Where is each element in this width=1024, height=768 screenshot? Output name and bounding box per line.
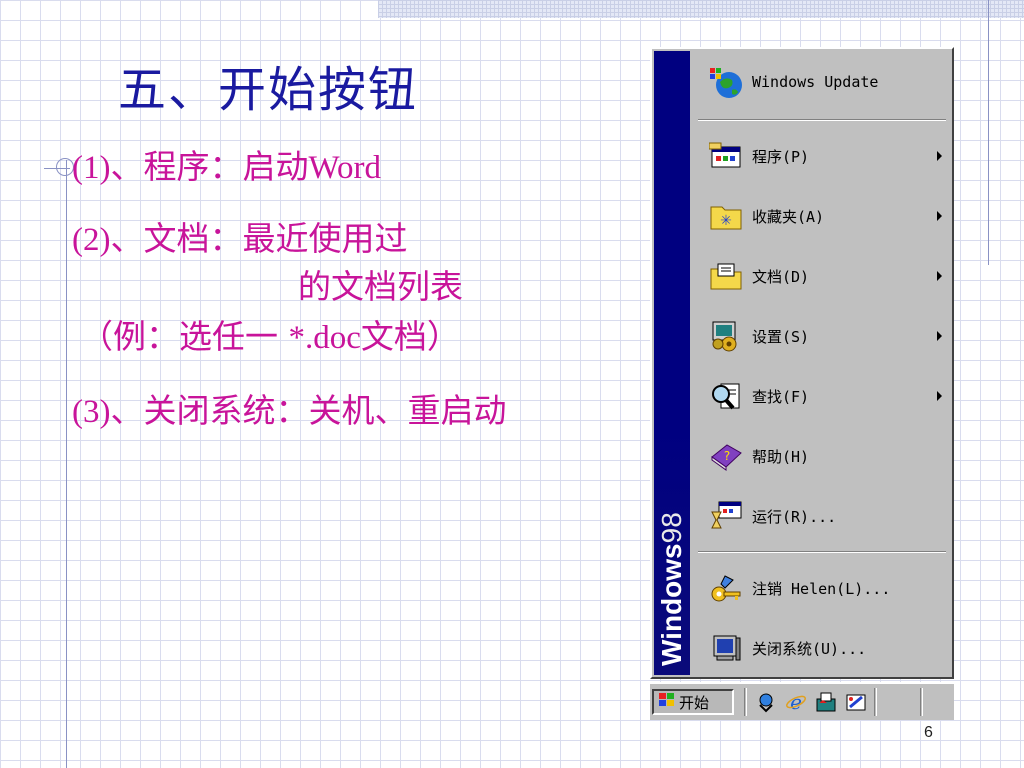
menu-item-find[interactable]: 查找(F) xyxy=(696,373,948,419)
menu-item-documents[interactable]: 文档(D) xyxy=(696,253,948,299)
decor-line-right xyxy=(988,0,989,265)
bullet-2-text: 、文档：最近使用过 xyxy=(110,219,408,258)
menu-item-logoff[interactable]: 注销 Helen(L)... xyxy=(696,565,948,611)
bullet-2: (2)、文档：最近使用过 xyxy=(72,212,407,260)
submenu-arrow-icon xyxy=(937,211,942,221)
menu-item-settings[interactable]: 设置(S) xyxy=(696,313,948,359)
banner-98: 98 xyxy=(656,512,687,544)
menu-item-shutdown[interactable]: 关闭系统(U)... xyxy=(696,625,948,671)
menu-item-windows-update[interactable]: Windows Update xyxy=(696,59,948,105)
taskbar-grip[interactable] xyxy=(874,688,877,716)
bullet-2-example-text: （例：选任一 xyxy=(80,317,289,356)
windows-logo-icon xyxy=(658,692,676,713)
internet-explorer-icon[interactable]: e xyxy=(784,690,808,714)
menu-label-shutdown: 关闭系统(U)... xyxy=(752,639,867,658)
quick-launch-grip[interactable] xyxy=(744,688,747,716)
bullet-2-example-suffix: 文档） xyxy=(360,317,460,356)
taskbar-grip[interactable] xyxy=(920,688,923,716)
menu-label-settings: 设置(S) xyxy=(752,327,810,346)
bullet-2-example-ext: *.doc xyxy=(288,320,361,356)
slide-title: 五、开始按钮 xyxy=(118,62,419,118)
programs-icon xyxy=(706,136,746,176)
bullet-1-text: 、程序：启动 xyxy=(110,147,309,186)
windows-update-icon xyxy=(706,62,746,102)
bullet-2-number: (2) xyxy=(72,222,111,258)
start-menu: Windows98 Windows Update 程序(P) ✳ 收藏夹(A) … xyxy=(650,47,954,679)
svg-text:✳: ✳ xyxy=(720,213,732,229)
menu-label-favorites: 收藏夹(A) xyxy=(752,207,825,226)
bullet-3-number: (3) xyxy=(72,394,111,430)
logoff-icon xyxy=(706,568,746,608)
menu-label-help: 帮助(H) xyxy=(752,447,810,466)
page-number: 6 xyxy=(924,724,933,741)
bullet-2-continuation: 的文档列表 xyxy=(298,260,463,308)
shutdown-icon xyxy=(706,628,746,668)
menu-separator xyxy=(698,119,946,121)
bullet-1-word: Word xyxy=(308,150,381,186)
svg-text:?: ? xyxy=(724,449,730,463)
show-desktop-icon[interactable] xyxy=(814,690,838,714)
menu-item-programs[interactable]: 程序(P) xyxy=(696,133,948,179)
channels-icon[interactable] xyxy=(844,690,868,714)
bullet-2-continuation-text: 的文档列表 xyxy=(298,267,463,306)
run-icon xyxy=(706,496,746,536)
taskbar: 开始 e xyxy=(650,682,954,720)
documents-icon xyxy=(706,256,746,296)
settings-icon xyxy=(706,316,746,356)
svg-text:e: e xyxy=(790,691,802,713)
menu-label-find: 查找(F) xyxy=(752,387,810,406)
bullet-3-text: 、关闭系统：关机、重启动 xyxy=(110,391,507,430)
menu-item-favorites[interactable]: ✳ 收藏夹(A) xyxy=(696,193,948,239)
start-button[interactable]: 开始 xyxy=(652,689,734,715)
menu-label-run: 运行(R)... xyxy=(752,507,837,526)
start-menu-banner: Windows98 xyxy=(654,51,690,675)
menu-label-logoff: 注销 Helen(L)... xyxy=(752,579,891,598)
submenu-arrow-icon xyxy=(937,391,942,401)
submenu-arrow-icon xyxy=(937,331,942,341)
menu-separator xyxy=(698,551,946,553)
menu-label-windows-update: Windows Update xyxy=(752,73,879,91)
submenu-arrow-icon xyxy=(937,271,942,281)
menu-item-help[interactable]: ? 帮助(H) xyxy=(696,433,948,479)
help-icon: ? xyxy=(706,436,746,476)
bullet-1-number: (1) xyxy=(72,150,111,186)
bullet-1: (1)、程序：启动Word xyxy=(72,140,381,188)
find-icon xyxy=(706,376,746,416)
bullet-3: (3)、关闭系统：关机、重启动 xyxy=(72,384,506,432)
bullet-2-example: （例：选任一 *.doc文档） xyxy=(80,310,460,358)
top-decor-band xyxy=(378,0,1024,18)
outlook-express-icon[interactable] xyxy=(754,690,778,714)
start-button-label: 开始 xyxy=(679,693,710,712)
decor-line-left xyxy=(66,160,67,768)
menu-item-run[interactable]: 运行(R)... xyxy=(696,493,948,539)
menu-label-programs: 程序(P) xyxy=(752,147,810,166)
menu-label-documents: 文档(D) xyxy=(752,267,810,286)
submenu-arrow-icon xyxy=(937,151,942,161)
banner-label: Windows98 xyxy=(655,470,689,666)
favorites-icon: ✳ xyxy=(706,196,746,236)
banner-windows: Windows xyxy=(656,543,687,666)
